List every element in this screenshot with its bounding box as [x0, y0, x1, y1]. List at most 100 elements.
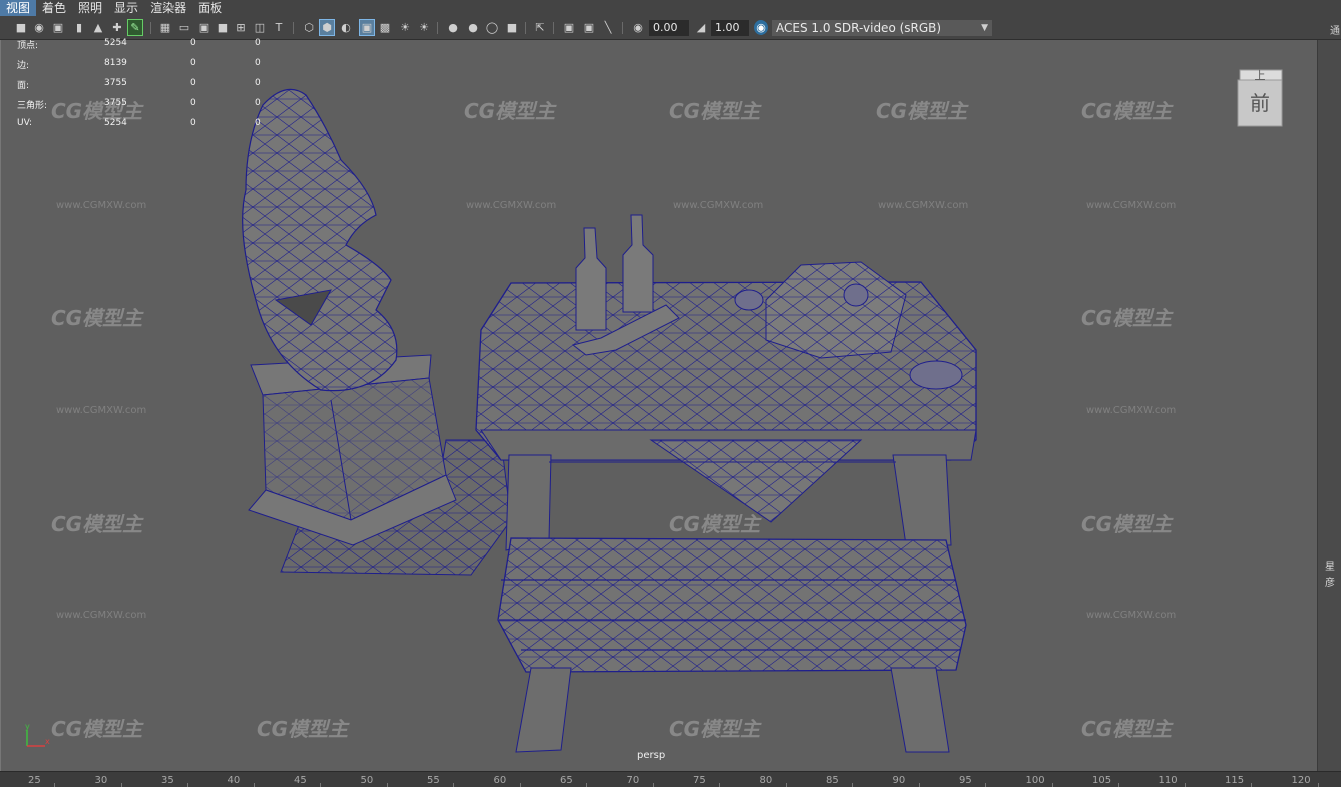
- toolbar-separator: [293, 22, 294, 34]
- timeline-tick-mark: [1051, 783, 1053, 787]
- menu-shading[interactable]: 着色: [36, 0, 72, 16]
- timeline-tick-label: 95: [959, 775, 972, 786]
- image-plane-icon[interactable]: ▲: [91, 20, 105, 35]
- grease-pencil-icon[interactable]: ✎: [127, 19, 143, 36]
- camera-attributes-icon[interactable]: ◉: [32, 20, 46, 35]
- hud-row-vertices: 顶点: 5254 0 0: [17, 38, 277, 58]
- timeline-tick-mark: [187, 783, 188, 787]
- wireframe-icon[interactable]: ⬡: [302, 20, 316, 35]
- toolbar-separator: [150, 22, 151, 34]
- hud-value: 3755: [104, 78, 127, 88]
- view-transform-label: ACES 1.0 SDR-video (sRGB): [776, 21, 942, 35]
- isolate-select-icon[interactable]: ⇱: [533, 20, 547, 35]
- timeline-tick-mark: [386, 783, 388, 787]
- table-mesh: [475, 281, 977, 551]
- bench-mesh: [497, 537, 967, 753]
- hud-value: 0: [190, 118, 196, 128]
- grid-icon[interactable]: ▦: [158, 20, 172, 35]
- menu-show[interactable]: 显示: [108, 0, 144, 16]
- timeline-tick-mark: [54, 783, 55, 787]
- hud-value: 0: [190, 58, 196, 68]
- hud-value: 0: [255, 98, 261, 108]
- menu-renderer[interactable]: 渲染器: [144, 0, 192, 16]
- timeline-tick-mark: [852, 783, 853, 787]
- hud-value: 0: [190, 78, 196, 88]
- attribute-side-panel[interactable]: 星 彦: [1317, 40, 1341, 771]
- exposure-icon[interactable]: ◉: [631, 20, 645, 35]
- hud-label: 边:: [17, 61, 30, 71]
- depth-of-field-icon[interactable]: ■: [505, 20, 519, 35]
- bookmark-icon[interactable]: ▮: [72, 20, 86, 35]
- viewcube-front-label[interactable]: 前: [1250, 91, 1270, 115]
- shaded-wireframe-icon[interactable]: ◐: [339, 20, 353, 35]
- xray-icon[interactable]: ▣: [562, 20, 576, 35]
- right-panel-char: 星: [1325, 562, 1335, 573]
- hud-label: UV:: [17, 118, 33, 128]
- timeline-tick-label: 120: [1291, 775, 1311, 786]
- chevron-down-icon: ▼: [981, 23, 988, 33]
- timeline-tick-mark: [918, 783, 920, 787]
- viewcube[interactable]: 上 前: [1234, 66, 1284, 128]
- field-chart-icon[interactable]: ⊞: [234, 20, 248, 35]
- viewport-menubar: 视图 着色 照明 显示 渲染器 面板: [0, 0, 1341, 16]
- smooth-shade-icon[interactable]: ⬢: [319, 19, 335, 36]
- xray-active-components-icon[interactable]: ▣: [582, 20, 596, 35]
- 2d-pan-zoom-icon[interactable]: ✚: [110, 20, 124, 35]
- timeline-tick-label: 40: [227, 775, 241, 786]
- perspective-viewport[interactable]: CG模型主 CG模型主 CG模型主 CG模型主 CG模型主 CG模型主 CG模型…: [0, 38, 1317, 771]
- hud-label: 三角形:: [17, 101, 48, 111]
- timeline-tick-mark: [120, 783, 122, 787]
- xray-joints-icon[interactable]: ╲: [601, 20, 615, 35]
- timeline-tick-mark: [652, 783, 654, 787]
- timeline-tick-mark: [320, 783, 321, 787]
- view-transform-dropdown[interactable]: ACES 1.0 SDR-video (sRGB) ▼: [772, 20, 992, 36]
- safe-action-icon[interactable]: ◫: [253, 20, 267, 35]
- toolbar-separator: [622, 22, 623, 34]
- color-management-icon[interactable]: ◉: [754, 20, 768, 35]
- timeline-tick-label: 70: [626, 775, 640, 786]
- hud-row-faces: 面: 3755 0 0: [17, 78, 277, 98]
- camera-icon[interactable]: ■: [14, 20, 28, 35]
- shadows-icon[interactable]: ☀: [417, 20, 431, 35]
- camera-name-label: persp: [637, 750, 666, 761]
- hud-label: 顶点:: [17, 41, 39, 51]
- anti-aliasing-icon[interactable]: ◯: [485, 20, 499, 35]
- hud-value: 8139: [104, 58, 127, 68]
- timeline-tick-mark: [1184, 783, 1186, 787]
- lights-icon[interactable]: ☀: [398, 20, 412, 35]
- resolution-gate-icon[interactable]: ▣: [197, 20, 211, 35]
- axis-x-label: x: [45, 737, 50, 746]
- timeline-tick-label: 110: [1158, 775, 1178, 786]
- timeline-tick-mark: [719, 783, 720, 787]
- timeline-tick-label: 100: [1025, 775, 1045, 786]
- gamma-icon[interactable]: ◢: [694, 20, 708, 35]
- menu-lighting[interactable]: 照明: [72, 0, 108, 16]
- exposure-field[interactable]: 0.00: [649, 20, 689, 36]
- gate-mask-icon[interactable]: ■: [216, 20, 230, 35]
- timeline-tick-label: 55: [427, 775, 440, 786]
- film-gate-icon[interactable]: ▭: [177, 20, 191, 35]
- wireframe-on-shaded-icon[interactable]: ▣: [359, 19, 375, 36]
- camera-lock-icon[interactable]: ▣: [51, 20, 65, 35]
- food-heap-mesh: [765, 261, 907, 359]
- motion-blur-icon[interactable]: ●: [466, 20, 480, 35]
- viewcube-top-label[interactable]: 上: [1255, 69, 1266, 82]
- right-panel-char: 彦: [1325, 578, 1335, 589]
- menu-view[interactable]: 视图: [0, 0, 37, 16]
- timeline-tick-label: 115: [1225, 775, 1245, 786]
- timeline-tick-label: 75: [693, 775, 706, 786]
- gamma-field[interactable]: 1.00: [711, 20, 749, 36]
- ambient-occlusion-icon[interactable]: ●: [446, 20, 460, 35]
- time-slider[interactable]: 25 30 35 40 45 50 55 60 65 70 75 80 85 90 95 100 105 110 1…: [0, 771, 1341, 787]
- menu-panels[interactable]: 面板: [192, 0, 228, 16]
- hud-value: 0: [190, 98, 196, 108]
- toolbar-separator: [553, 22, 554, 34]
- hud-row-triangles: 三角形: 3755 0 0: [17, 98, 277, 118]
- timeline-tick-mark: [1118, 783, 1119, 787]
- timeline-tick-label: 35: [161, 775, 174, 786]
- safe-title-icon[interactable]: T: [272, 20, 286, 35]
- timeline-tick-mark: [519, 783, 521, 787]
- right-panel-header-char: 通: [1330, 26, 1340, 37]
- textured-icon[interactable]: ▩: [378, 20, 392, 35]
- timeline-tick-mark: [985, 783, 986, 787]
